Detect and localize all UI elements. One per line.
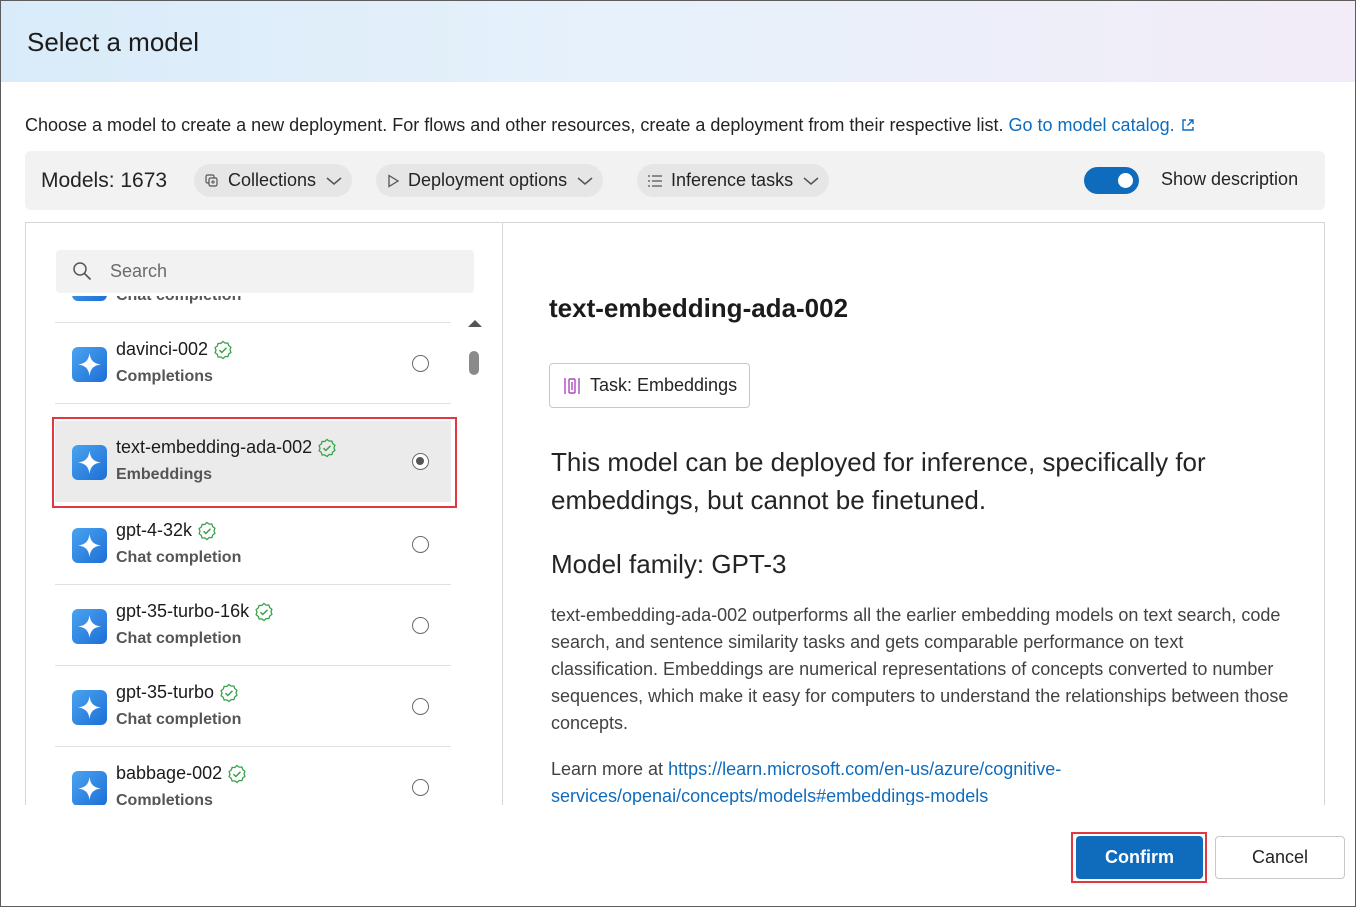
collections-label: Collections xyxy=(228,170,317,190)
verified-icon xyxy=(198,521,216,540)
model-icon xyxy=(72,445,107,480)
model-task: Chat completion xyxy=(116,630,242,647)
dialog-header: Select a model xyxy=(1,1,1355,82)
dialog-title: Select a model xyxy=(27,27,199,57)
list-item[interactable]: gpt-35-turbo Chat completion xyxy=(55,666,451,747)
model-name: gpt-35-turbo-16k xyxy=(116,601,274,622)
list-item[interactable]: gpt-4-32k Chat completion xyxy=(55,504,451,585)
verified-icon xyxy=(318,438,336,457)
task-list-icon xyxy=(648,174,662,187)
list-item[interactable]: babbage-002 Completions xyxy=(55,747,451,805)
model-task: Chat completion xyxy=(116,549,242,566)
list-item[interactable]: Chat completion xyxy=(55,296,451,323)
detail-summary: This model can be deployed for inference… xyxy=(551,447,1206,515)
verified-icon xyxy=(228,764,246,783)
model-name-text: gpt-4-32k xyxy=(116,520,193,540)
list-item[interactable]: gpt-35-turbo-16k Chat completion xyxy=(55,585,451,666)
model-task: Chat completion xyxy=(116,711,242,728)
model-radio[interactable] xyxy=(412,355,429,372)
list-item[interactable]: davinci-002 Completions xyxy=(55,323,451,404)
chevron-down-icon xyxy=(803,176,819,185)
model-name-text: gpt-35-turbo xyxy=(116,682,215,702)
play-icon xyxy=(388,173,400,188)
model-name-text: text-embedding-ada-002 xyxy=(116,437,313,457)
learn-more-prefix: Learn more at xyxy=(551,759,664,779)
model-name: gpt-35-turbo xyxy=(116,682,239,703)
model-name: davinci-002 xyxy=(116,339,233,360)
chevron-down-icon xyxy=(577,176,593,185)
model-list: Chat completion davinci-002 Completions … xyxy=(26,296,466,805)
deployment-options-filter[interactable]: Deployment options xyxy=(376,164,604,197)
model-family: Model family: GPT-3 xyxy=(551,549,787,579)
model-task: Completions xyxy=(116,368,213,385)
embeddings-icon xyxy=(564,377,580,394)
model-name-text: gpt-35-turbo-16k xyxy=(116,601,250,621)
intro-description: Choose a model to create a new deploymen… xyxy=(25,115,1004,135)
model-icon xyxy=(72,347,107,382)
chevron-down-icon xyxy=(326,176,342,185)
inference-tasks-filter[interactable]: Inference tasks xyxy=(637,164,830,197)
show-description-label: Show description xyxy=(1161,169,1299,189)
learn-more: Learn more at https://learn.microsoft.co… xyxy=(551,756,1151,805)
models-count: Models: 1673 xyxy=(41,169,168,192)
search-input[interactable] xyxy=(110,250,460,293)
model-description: text-embedding-ada-002 outperforms all t… xyxy=(551,605,1289,733)
show-description-toggle[interactable] xyxy=(1084,167,1139,194)
list-scrollbar[interactable] xyxy=(466,308,484,805)
model-radio[interactable] xyxy=(412,698,429,715)
deployment-options-label: Deployment options xyxy=(408,170,568,190)
model-list-pane: Chat completion davinci-002 Completions … xyxy=(26,223,503,805)
list-item-selected[interactable]: text-embedding-ada-002 Embeddings xyxy=(55,421,451,502)
collections-icon xyxy=(205,173,218,187)
verified-icon xyxy=(255,602,273,621)
search-box xyxy=(56,250,474,293)
content-panel: Chat completion davinci-002 Completions … xyxy=(25,222,1325,805)
model-icon xyxy=(72,690,107,725)
model-radio[interactable] xyxy=(412,779,429,796)
inference-tasks-label: Inference tasks xyxy=(671,170,794,190)
verified-icon xyxy=(220,683,238,702)
model-name: gpt-4-32k xyxy=(116,520,217,541)
model-task: Embeddings xyxy=(116,466,213,483)
model-task: Chat completion xyxy=(116,296,241,305)
model-icon xyxy=(72,609,107,644)
model-catalog-link-label: Go to model catalog. xyxy=(1008,115,1175,135)
model-radio-checked[interactable] xyxy=(412,453,429,470)
toggle-knob xyxy=(1118,173,1133,188)
detail-title: text-embedding-ada-002 xyxy=(549,293,849,323)
cancel-button[interactable]: Cancel xyxy=(1215,836,1345,879)
model-icon xyxy=(72,296,107,301)
task-badge-label: Task: Embeddings xyxy=(590,375,738,395)
model-task: Completions xyxy=(116,792,213,805)
model-catalog-link[interactable]: Go to model catalog. xyxy=(1009,115,1195,135)
verified-icon xyxy=(214,340,232,359)
model-radio[interactable] xyxy=(412,617,429,634)
model-detail-pane: text-embedding-ada-002 Task: Embeddings … xyxy=(504,223,1324,805)
scrollbar-thumb[interactable] xyxy=(469,351,479,375)
model-name: text-embedding-ada-002 xyxy=(116,437,337,458)
model-icon xyxy=(72,771,107,805)
external-link-icon xyxy=(1181,119,1194,131)
task-badge: Task: Embeddings xyxy=(549,363,751,408)
filter-bar: Models: 1673 Collections Deployment opti… xyxy=(25,151,1325,210)
model-name-text: babbage-002 xyxy=(116,763,223,783)
model-name-text: davinci-002 xyxy=(116,339,209,359)
scroll-up-arrow-icon[interactable] xyxy=(467,318,483,328)
search-icon xyxy=(73,262,92,281)
model-name: babbage-002 xyxy=(116,763,247,784)
confirm-button[interactable]: Confirm xyxy=(1076,836,1203,879)
model-radio[interactable] xyxy=(412,536,429,553)
select-model-dialog: Select a model Choose a model to create … xyxy=(0,0,1356,907)
collections-filter[interactable]: Collections xyxy=(194,164,353,197)
model-icon xyxy=(72,528,107,563)
intro-text: Choose a model to create a new deploymen… xyxy=(25,115,1195,136)
